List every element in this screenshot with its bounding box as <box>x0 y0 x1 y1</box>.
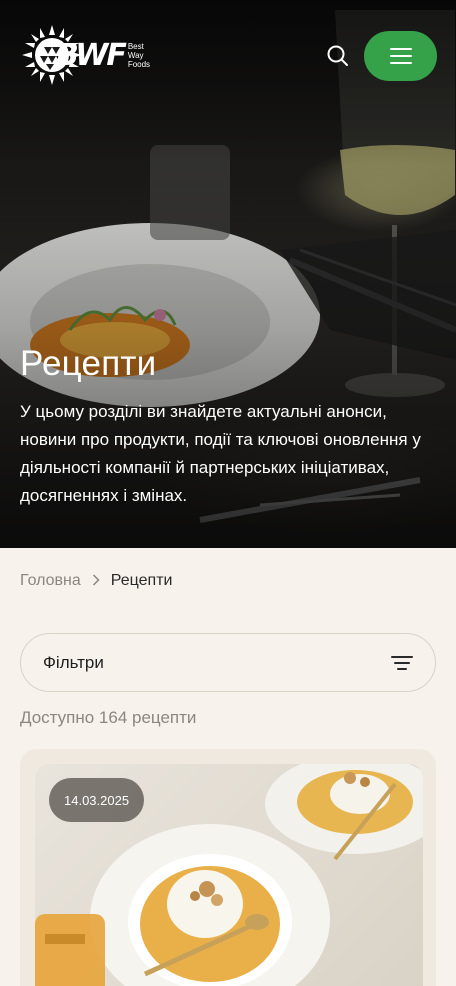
chevron-right-icon <box>92 573 100 589</box>
breadcrumb: Головна Рецепти <box>20 572 172 590</box>
brand-logo[interactable]: BWF Best Way Foods <box>20 22 155 88</box>
logo-sub-line: Way <box>127 50 144 60</box>
recipe-image[interactable]: 14.03.2025 <box>35 764 423 986</box>
logo-subtitle: Best Way Foods <box>128 42 150 69</box>
hero-banner: BWF Best Way Foods Рецепти У цьому розді… <box>0 0 456 548</box>
filters-label: Фільтри <box>43 652 104 672</box>
date-badge: 14.03.2025 <box>49 778 145 822</box>
search-icon <box>327 45 348 66</box>
hamburger-icon <box>389 48 412 64</box>
filters-button[interactable]: Фільтри <box>20 633 436 692</box>
search-button[interactable] <box>324 42 352 70</box>
page-description: У цьому розділі ви знайдете актуальні ан… <box>20 402 421 505</box>
menu-button[interactable] <box>364 31 437 81</box>
breadcrumb-current: Рецепти <box>110 572 173 589</box>
filter-icon <box>391 655 413 671</box>
recipe-card[interactable]: 14.03.2025 <box>20 749 436 986</box>
page-title: Рецепти <box>20 344 157 383</box>
logo-wordmark: BWF <box>56 37 127 73</box>
logo-sub-line: Best <box>127 41 144 51</box>
results-count: Доступно 164 рецепти <box>20 708 197 727</box>
breadcrumb-home-link[interactable]: Головна <box>20 572 81 590</box>
logo-sub-line: Foods <box>127 59 151 69</box>
